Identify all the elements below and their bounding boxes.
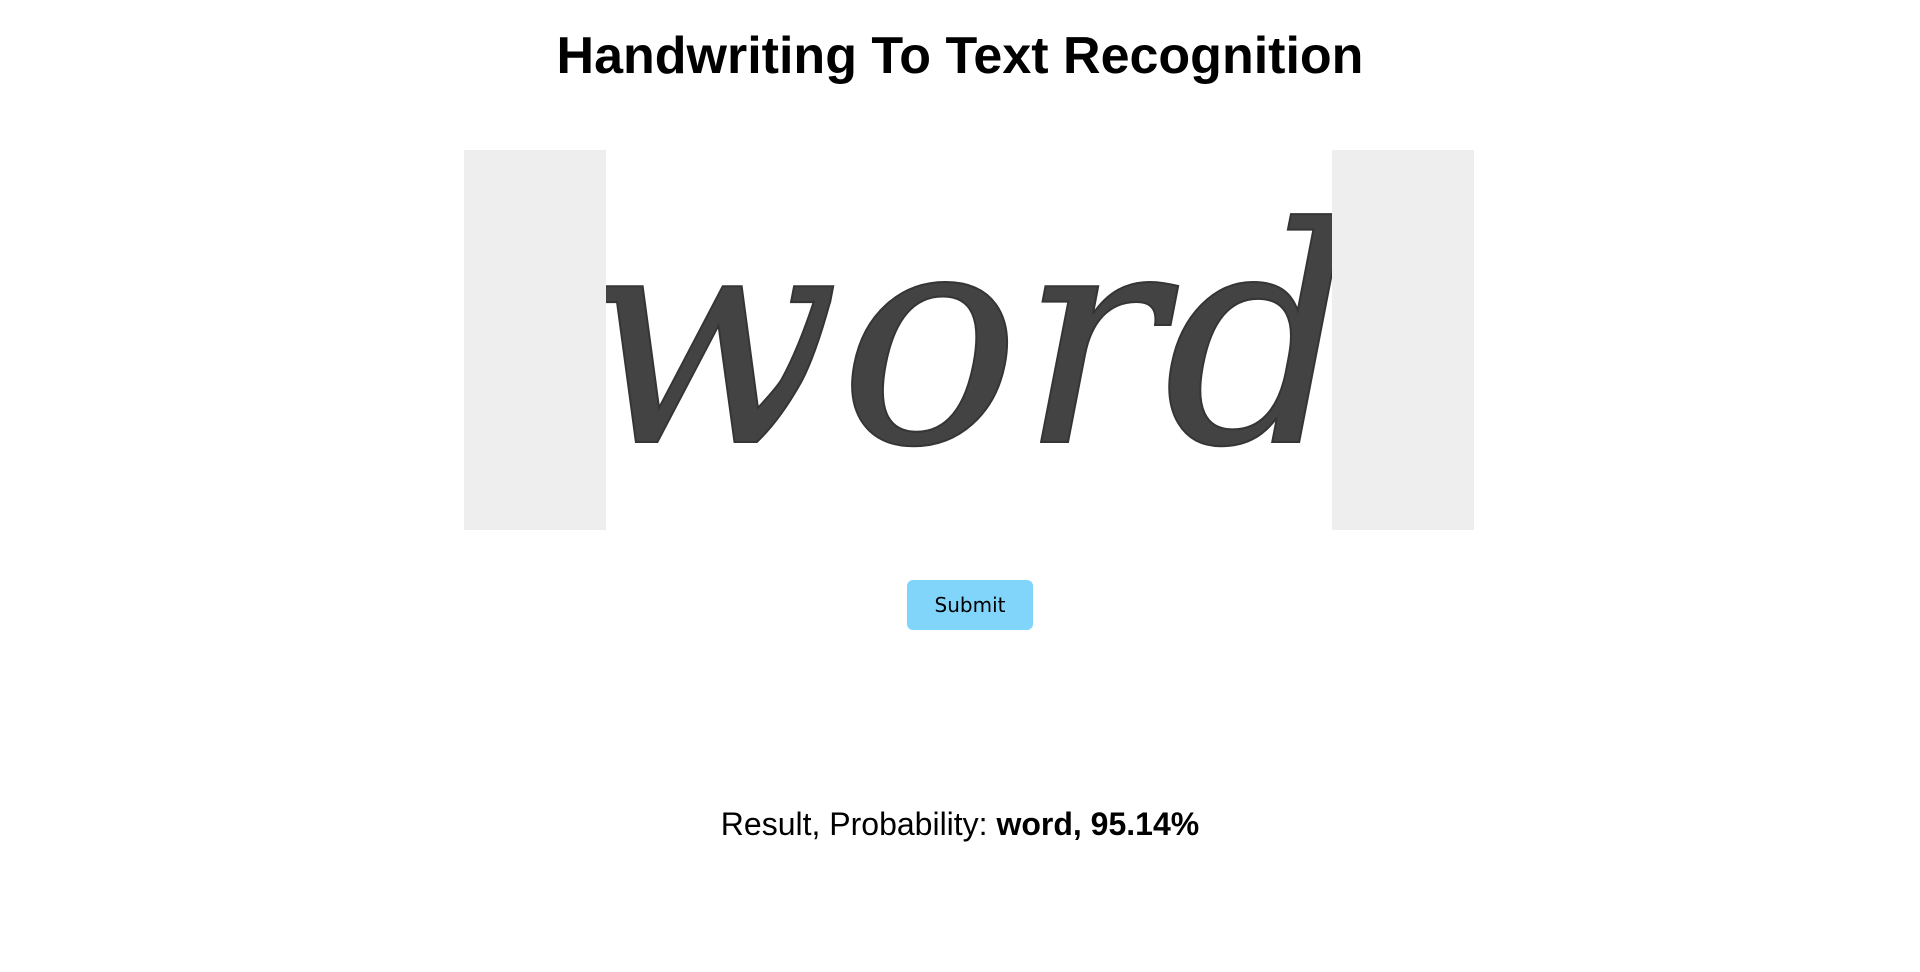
result-label: Result, Probability: [720,806,997,842]
submit-button[interactable]: Submit [907,580,1033,630]
handwriting-drawing: word [606,163,1332,514]
handwriting-image: word [606,150,1332,530]
page-title: Handwriting To Text Recognition [556,27,1364,85]
image-preview-panel: word [464,150,1474,530]
result-value: word, 95.14% [996,806,1200,842]
result-line: Result, Probability: word, 95.14% [0,802,1920,846]
app-page: Handwriting To Text Recognition word Sub… [0,0,1920,972]
handwritten-word-text: word [606,164,1332,513]
